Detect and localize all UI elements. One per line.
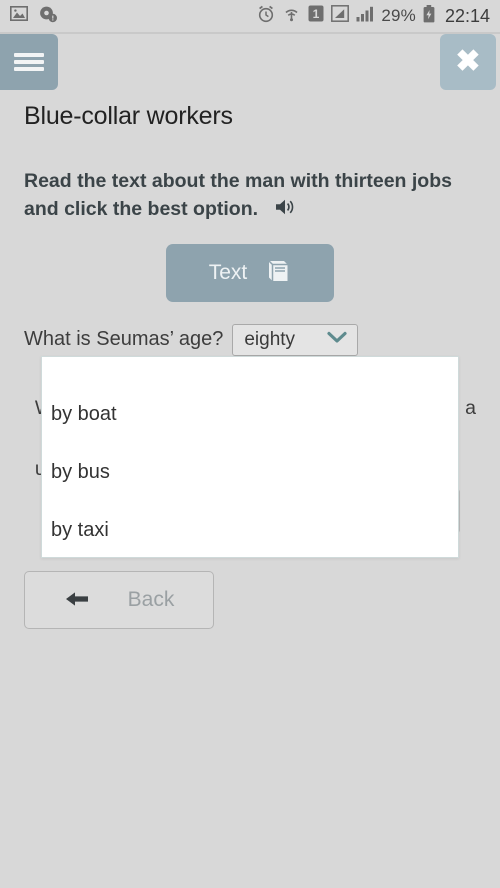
close-icon: ✖	[455, 45, 481, 78]
sim-1-icon: 1	[308, 5, 324, 27]
arrow-left-icon	[64, 589, 90, 612]
battery-percent-label: 29%	[381, 6, 416, 25]
sync-badge-icon	[38, 5, 58, 28]
close-button[interactable]: ✖	[440, 34, 496, 90]
clock-label: 22:14	[444, 5, 490, 26]
dropdown-option-by-taxi[interactable]: by taxi	[42, 501, 458, 559]
page-title: Blue-collar workers	[24, 102, 233, 130]
status-bar-right-icons: 1 29% 22:14	[257, 4, 490, 28]
text-button-label: Text	[208, 260, 248, 284]
back-button[interactable]: Back	[24, 571, 214, 629]
chevron-down-icon	[326, 330, 348, 349]
signal-icon	[356, 6, 374, 27]
instruction-text: Read the text about the man with thirtee…	[24, 167, 456, 226]
wifi-icon	[282, 6, 301, 27]
dropdown-options-list[interactable]: by boat by bus by taxi	[41, 356, 459, 558]
dropdown-option-by-bus[interactable]: by bus	[42, 443, 458, 501]
hamburger-menu-button[interactable]	[0, 34, 58, 90]
dropdown-option-by-boat[interactable]: by boat	[42, 385, 458, 443]
status-bar: 1 29% 22:14	[0, 0, 500, 32]
main-content: Blue-collar workers Read the text about …	[0, 102, 500, 356]
age-select[interactable]: eighty	[232, 323, 359, 356]
alarm-icon	[257, 5, 275, 28]
svg-text:1: 1	[313, 7, 320, 21]
age-select-value: eighty	[244, 328, 296, 350]
book-icon	[265, 258, 291, 287]
question-label-age: What is Seumas’ age?	[24, 328, 224, 351]
battery-charging-icon	[423, 4, 435, 28]
question-row-age: What is Seumas’ age? eighty	[24, 323, 476, 356]
hamburger-menu-icon	[14, 50, 44, 74]
text-button-row: Text	[24, 243, 476, 302]
back-button-label: Back	[127, 588, 175, 611]
app-header: ✖	[0, 34, 500, 94]
instruction-label: Read the text about the man with thirtee…	[24, 170, 452, 221]
obscured-line1-end: a	[465, 397, 476, 420]
signal-weak-icon	[331, 5, 350, 27]
text-button[interactable]: Text	[166, 243, 334, 302]
status-bar-left-icons	[10, 5, 58, 28]
speaker-icon[interactable]	[275, 197, 297, 225]
image-icon	[10, 6, 28, 26]
